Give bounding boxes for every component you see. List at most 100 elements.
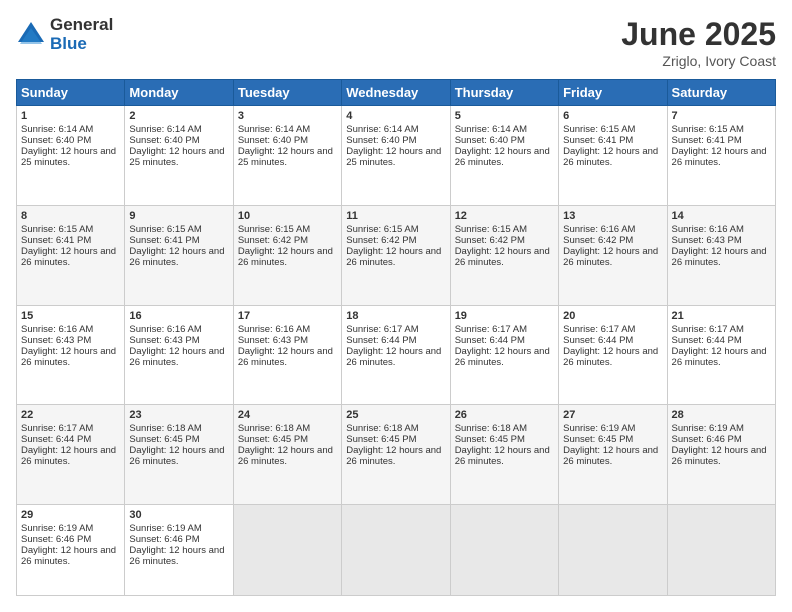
sunrise-label: Sunrise: 6:19 AM [129,523,201,534]
table-row: 24 Sunrise: 6:18 AM Sunset: 6:45 PM Dayl… [233,405,341,505]
table-row: 4 Sunrise: 6:14 AM Sunset: 6:40 PM Dayli… [342,106,450,206]
day-number: 6 [563,110,662,122]
table-row: 19 Sunrise: 6:17 AM Sunset: 6:44 PM Dayl… [450,305,558,405]
day-number: 30 [129,509,228,521]
table-row [342,505,450,596]
table-row [450,505,558,596]
day-number: 3 [238,110,337,122]
day-number: 4 [346,110,445,122]
table-row: 2 Sunrise: 6:14 AM Sunset: 6:40 PM Dayli… [125,106,233,206]
sunrise-label: Sunrise: 6:18 AM [129,423,201,434]
daylight-label: Daylight: 12 hours and 26 minutes. [346,346,441,368]
logo-general: General [50,16,113,35]
sunset-label: Sunset: 6:40 PM [346,135,416,146]
day-number: 21 [672,310,771,322]
sunrise-label: Sunrise: 6:14 AM [346,124,418,135]
sunrise-label: Sunrise: 6:16 AM [238,324,310,335]
table-row: 21 Sunrise: 6:17 AM Sunset: 6:44 PM Dayl… [667,305,775,405]
sunrise-label: Sunrise: 6:18 AM [238,423,310,434]
sunrise-label: Sunrise: 6:14 AM [21,124,93,135]
day-number: 13 [563,210,662,222]
logo-text: General Blue [50,16,113,53]
logo-blue: Blue [50,35,113,54]
day-number: 23 [129,409,228,421]
header-thursday: Thursday [450,80,558,106]
table-row: 6 Sunrise: 6:15 AM Sunset: 6:41 PM Dayli… [559,106,667,206]
sunset-label: Sunset: 6:45 PM [563,434,633,445]
header-monday: Monday [125,80,233,106]
calendar-header-row: Sunday Monday Tuesday Wednesday Thursday… [17,80,776,106]
sunrise-label: Sunrise: 6:15 AM [672,124,744,135]
daylight-label: Daylight: 12 hours and 25 minutes. [129,146,224,168]
table-row: 12 Sunrise: 6:15 AM Sunset: 6:42 PM Dayl… [450,205,558,305]
table-row: 29 Sunrise: 6:19 AM Sunset: 6:46 PM Dayl… [17,505,125,596]
sunset-label: Sunset: 6:44 PM [672,335,742,346]
sunset-label: Sunset: 6:43 PM [21,335,91,346]
sunrise-label: Sunrise: 6:15 AM [346,224,418,235]
table-row: 18 Sunrise: 6:17 AM Sunset: 6:44 PM Dayl… [342,305,450,405]
table-row: 10 Sunrise: 6:15 AM Sunset: 6:42 PM Dayl… [233,205,341,305]
calendar-row: 8 Sunrise: 6:15 AM Sunset: 6:41 PM Dayli… [17,205,776,305]
sunset-label: Sunset: 6:44 PM [21,434,91,445]
sunrise-label: Sunrise: 6:18 AM [455,423,527,434]
sunset-label: Sunset: 6:45 PM [129,434,199,445]
table-row: 20 Sunrise: 6:17 AM Sunset: 6:44 PM Dayl… [559,305,667,405]
table-row: 28 Sunrise: 6:19 AM Sunset: 6:46 PM Dayl… [667,405,775,505]
table-row: 15 Sunrise: 6:16 AM Sunset: 6:43 PM Dayl… [17,305,125,405]
day-number: 19 [455,310,554,322]
sunset-label: Sunset: 6:40 PM [21,135,91,146]
daylight-label: Daylight: 12 hours and 26 minutes. [238,346,333,368]
daylight-label: Daylight: 12 hours and 26 minutes. [129,545,224,567]
sunset-label: Sunset: 6:44 PM [346,335,416,346]
header: General Blue June 2025 Zriglo, Ivory Coa… [16,16,776,69]
sunrise-label: Sunrise: 6:18 AM [346,423,418,434]
daylight-label: Daylight: 12 hours and 26 minutes. [672,246,767,268]
table-row: 11 Sunrise: 6:15 AM Sunset: 6:42 PM Dayl… [342,205,450,305]
sunrise-label: Sunrise: 6:15 AM [563,124,635,135]
sunset-label: Sunset: 6:40 PM [455,135,525,146]
table-row: 22 Sunrise: 6:17 AM Sunset: 6:44 PM Dayl… [17,405,125,505]
header-tuesday: Tuesday [233,80,341,106]
table-row: 5 Sunrise: 6:14 AM Sunset: 6:40 PM Dayli… [450,106,558,206]
day-number: 8 [21,210,120,222]
table-row: 7 Sunrise: 6:15 AM Sunset: 6:41 PM Dayli… [667,106,775,206]
page: General Blue June 2025 Zriglo, Ivory Coa… [0,0,792,612]
table-row: 8 Sunrise: 6:15 AM Sunset: 6:41 PM Dayli… [17,205,125,305]
daylight-label: Daylight: 12 hours and 26 minutes. [129,246,224,268]
daylight-label: Daylight: 12 hours and 26 minutes. [563,346,658,368]
table-row: 14 Sunrise: 6:16 AM Sunset: 6:43 PM Dayl… [667,205,775,305]
daylight-label: Daylight: 12 hours and 26 minutes. [238,246,333,268]
sunrise-label: Sunrise: 6:16 AM [21,324,93,335]
day-number: 11 [346,210,445,222]
calendar-row: 29 Sunrise: 6:19 AM Sunset: 6:46 PM Dayl… [17,505,776,596]
day-number: 17 [238,310,337,322]
logo: General Blue [16,16,113,53]
daylight-label: Daylight: 12 hours and 26 minutes. [563,146,658,168]
sunrise-label: Sunrise: 6:17 AM [455,324,527,335]
title-block: June 2025 Zriglo, Ivory Coast [621,16,776,69]
daylight-label: Daylight: 12 hours and 26 minutes. [238,445,333,467]
table-row [559,505,667,596]
daylight-label: Daylight: 12 hours and 26 minutes. [563,445,658,467]
table-row: 9 Sunrise: 6:15 AM Sunset: 6:41 PM Dayli… [125,205,233,305]
sunrise-label: Sunrise: 6:17 AM [346,324,418,335]
table-row: 17 Sunrise: 6:16 AM Sunset: 6:43 PM Dayl… [233,305,341,405]
calendar-row: 22 Sunrise: 6:17 AM Sunset: 6:44 PM Dayl… [17,405,776,505]
daylight-label: Daylight: 12 hours and 25 minutes. [238,146,333,168]
calendar-row: 1 Sunrise: 6:14 AM Sunset: 6:40 PM Dayli… [17,106,776,206]
daylight-label: Daylight: 12 hours and 26 minutes. [455,246,550,268]
sunrise-label: Sunrise: 6:15 AM [21,224,93,235]
sunset-label: Sunset: 6:42 PM [346,235,416,246]
sunset-label: Sunset: 6:41 PM [672,135,742,146]
table-row [667,505,775,596]
sunrise-label: Sunrise: 6:17 AM [672,324,744,335]
title-month: June 2025 [621,16,776,53]
day-number: 2 [129,110,228,122]
daylight-label: Daylight: 12 hours and 26 minutes. [346,246,441,268]
daylight-label: Daylight: 12 hours and 25 minutes. [21,146,116,168]
sunset-label: Sunset: 6:42 PM [238,235,308,246]
day-number: 24 [238,409,337,421]
sunrise-label: Sunrise: 6:14 AM [238,124,310,135]
logo-icon [16,20,46,50]
daylight-label: Daylight: 12 hours and 25 minutes. [346,146,441,168]
